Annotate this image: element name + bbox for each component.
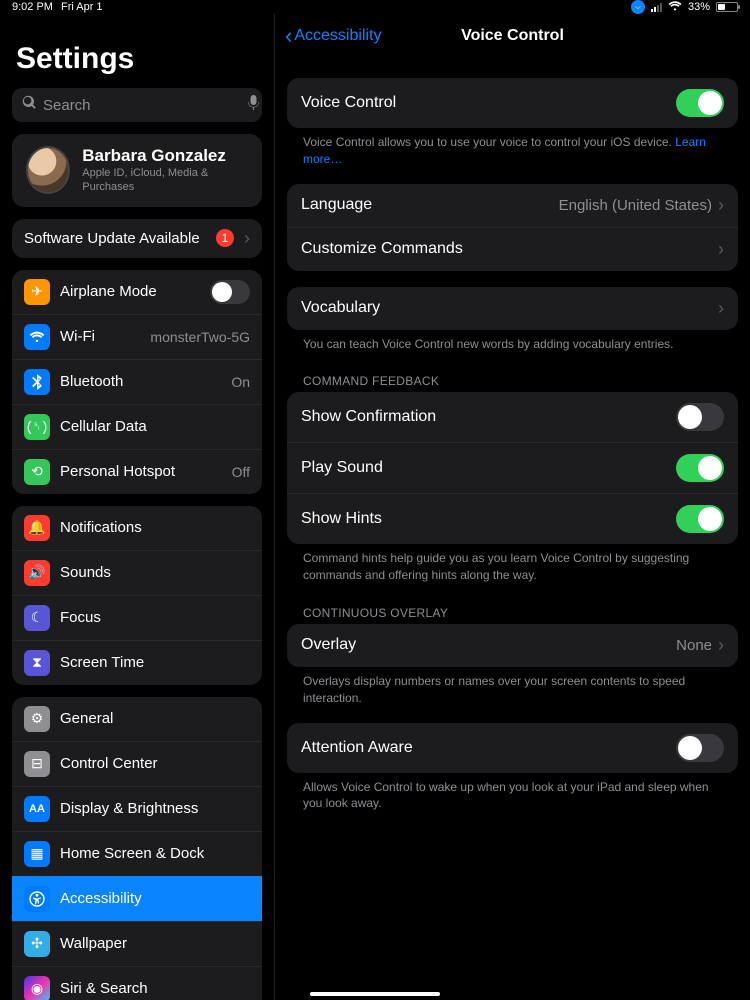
sidebar-item-wifi[interactable]: Wi-Fi monsterTwo-5G [12,314,262,359]
detail-pane: ‹ Accessibility Voice Control Voice Cont… [275,14,750,1000]
page-title: Settings [0,14,274,84]
navbar: ‹ Accessibility Voice Control [275,14,750,58]
sidebar-item-control-center[interactable]: ⊟ Control Center [12,741,262,786]
chevron-right-icon: › [718,635,724,656]
show-hints-row[interactable]: Show Hints [287,493,738,544]
chevron-left-icon: ‹ [285,25,292,47]
home-indicator[interactable] [310,992,440,996]
attention-aware-toggle[interactable] [676,734,724,762]
sidebar-item-notifications[interactable]: 🔔 Notifications [12,506,262,550]
sidebar-item-cellular[interactable]: (␏) Cellular Data [12,404,262,449]
show-confirmation-toggle[interactable] [676,403,724,431]
airplane-icon: ✈ [24,279,50,305]
cell-signal-icon [651,2,662,12]
vocabulary-footer: You can teach Voice Control new words by… [287,330,738,353]
profile-subtitle: Apple ID, iCloud, Media & Purchases [82,166,248,195]
sidebar-item-siri[interactable]: ◉ Siri & Search [12,966,262,1000]
battery-icon [716,2,738,12]
chevron-right-icon: › [718,239,724,260]
sidebar-item-bluetooth[interactable]: Bluetooth On [12,359,262,404]
back-button[interactable]: ‹ Accessibility [275,25,381,47]
bluetooth-icon: ⌵ [631,0,645,14]
speaker-icon: 🔊 [24,560,50,586]
command-feedback-footer: Command hints help guide you as you lear… [287,544,738,584]
overlay-footer: Overlays display numbers or names over y… [287,667,738,707]
hourglass-icon: ⧗ [24,650,50,676]
chevron-right-icon: › [718,195,724,216]
battery-percent: 33% [688,1,710,13]
language-row[interactable]: Language English (United States) › [287,184,738,227]
sidebar-item-general[interactable]: ⚙ General [12,697,262,741]
grid-icon: ▦ [24,841,50,867]
update-badge: 1 [216,229,234,247]
profile-name: Barbara Gonzalez [82,146,248,166]
avatar [26,146,70,194]
search-input[interactable] [43,97,242,114]
chevron-right-icon: › [718,298,724,319]
sidebar-item-wallpaper[interactable]: ✣ Wallpaper [12,921,262,966]
sidebar-item-screentime[interactable]: ⧗ Screen Time [12,640,262,685]
hotspot-icon: ⟲ [24,459,50,485]
cellular-icon: (␏) [24,414,50,440]
sidebar-item-hotspot[interactable]: ⟲ Personal Hotspot Off [12,449,262,494]
voice-control-toggle[interactable] [676,89,724,117]
apple-id-card[interactable]: Barbara Gonzalez Apple ID, iCloud, Media… [12,134,262,207]
search-field[interactable] [12,88,262,122]
attention-footer: Allows Voice Control to wake up when you… [287,773,738,813]
siri-icon: ◉ [24,976,50,1000]
airplane-toggle[interactable] [210,280,250,304]
sidebar-item-homescreen[interactable]: ▦ Home Screen & Dock [12,831,262,876]
customize-commands-row[interactable]: Customize Commands › [287,227,738,271]
show-confirmation-row[interactable]: Show Confirmation [287,392,738,442]
accessibility-icon [24,886,50,912]
sidebar-item-display[interactable]: AA Display & Brightness [12,786,262,831]
voice-control-row[interactable]: Voice Control [287,78,738,128]
flower-icon: ✣ [24,931,50,957]
dictation-icon[interactable] [248,95,259,116]
status-bar: 9:02 PM Fri Apr 1 ⌵ 33% [0,0,750,14]
software-update-row[interactable]: Software Update Available 1 › [12,219,262,258]
voice-control-footer: Voice Control allows you to use your voi… [287,128,738,168]
chevron-right-icon: › [244,228,250,249]
sidebar-item-accessibility[interactable]: Accessibility [12,876,262,921]
wifi-icon [24,324,50,350]
play-sound-toggle[interactable] [676,454,724,482]
show-hints-toggle[interactable] [676,505,724,533]
settings-sidebar: Settings Barbara Gonzalez Apple ID, iClo… [0,14,275,1000]
bell-icon: 🔔 [24,515,50,541]
display-icon: AA [24,796,50,822]
status-time: 9:02 PM [12,1,53,13]
moon-icon: ☾ [24,605,50,631]
status-date: Fri Apr 1 [61,1,103,13]
wifi-icon [668,1,682,14]
sidebar-item-focus[interactable]: ☾ Focus [12,595,262,640]
gear-icon: ⚙ [24,706,50,732]
vocabulary-row[interactable]: Vocabulary › [287,287,738,330]
search-icon [22,95,37,115]
attention-aware-row[interactable]: Attention Aware [287,723,738,773]
overlay-row[interactable]: Overlay None › [287,624,738,667]
command-feedback-header: Command Feedback [287,352,738,392]
play-sound-row[interactable]: Play Sound [287,442,738,493]
continuous-overlay-header: Continuous Overlay [287,584,738,624]
sidebar-item-airplane[interactable]: ✈ Airplane Mode [12,270,262,314]
toggles-icon: ⊟ [24,751,50,777]
bluetooth-icon [24,369,50,395]
sidebar-item-sounds[interactable]: 🔊 Sounds [12,550,262,595]
